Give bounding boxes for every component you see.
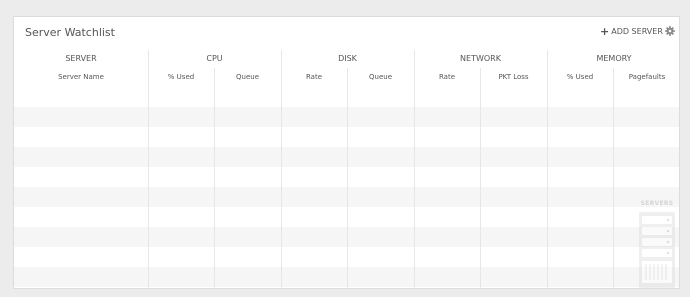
group-header-network: NETWORK [460,54,501,63]
server-watchlist-panel: Server Watchlist + ADD SERVER SERVER CPU… [13,16,680,289]
group-header-disk: DISK [338,54,357,63]
column-header-memory-pagefaults[interactable]: Pagefaults [613,73,679,81]
column-header-cpu-used[interactable]: % Used [148,73,214,81]
add-server-label: ADD SERVER [611,27,663,36]
group-header-cpu: CPU [206,54,223,63]
plus-icon: + [600,24,610,38]
column-header-server-name[interactable]: Server Name [14,73,148,81]
panel-title: Server Watchlist [25,26,115,39]
group-divider [281,50,282,288]
column-header-disk-rate[interactable]: Rate [281,73,347,81]
add-server-button[interactable]: + ADD SERVER [600,24,663,38]
group-header-memory: MEMORY [596,54,632,63]
column-divider [347,68,348,288]
servers-empty-state: SERVERS [637,200,677,288]
column-header-memory-used[interactable]: % Used [547,73,613,81]
column-divider [480,68,481,288]
group-divider [547,50,548,288]
gear-icon[interactable] [665,26,675,36]
group-header-server: SERVER [65,54,97,63]
column-header-disk-queue[interactable]: Queue [347,73,414,81]
column-divider [214,68,215,288]
column-header-cpu-queue[interactable]: Queue [214,73,281,81]
group-divider [414,50,415,288]
group-divider [148,50,149,288]
column-header-network-pkt-loss[interactable]: PKT Loss [480,73,547,81]
server-rack-icon [639,212,675,288]
column-header-network-rate[interactable]: Rate [414,73,480,81]
column-divider [613,68,614,288]
